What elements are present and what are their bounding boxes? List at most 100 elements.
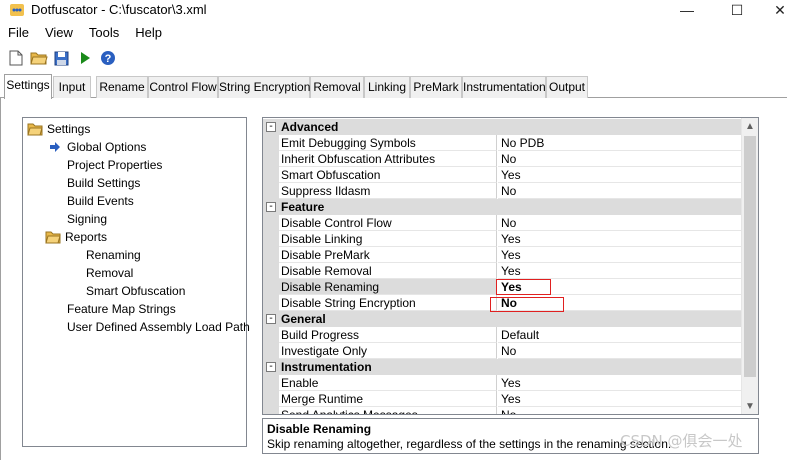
property-name: Enable — [279, 375, 497, 391]
category-feature[interactable]: - Feature — [263, 199, 742, 215]
property-value[interactable]: No — [498, 343, 742, 359]
tree-item-label: Signing — [67, 212, 108, 226]
tab-rename[interactable]: Rename — [96, 76, 148, 98]
tree-item-build-settings[interactable]: Build Settings — [67, 174, 140, 192]
property-row[interactable]: Disable PreMark Yes — [263, 247, 742, 263]
tab-string-encryption[interactable]: String Encryption — [218, 76, 310, 98]
scroll-down-icon[interactable]: ▼ — [742, 398, 758, 414]
menu-help[interactable]: Help — [127, 23, 170, 43]
close-button[interactable]: ✕ — [760, 0, 787, 20]
property-row[interactable]: Enable Yes — [263, 375, 742, 391]
property-row[interactable]: Disable Control Flow No — [263, 215, 742, 231]
property-value[interactable]: Yes — [498, 231, 742, 247]
property-name: Merge Runtime — [279, 391, 497, 407]
run-icon[interactable] — [73, 47, 96, 69]
tree-item-project-properties[interactable]: Project Properties — [67, 156, 162, 174]
property-value[interactable]: No — [498, 183, 742, 199]
menu-bar: File View Tools Help — [0, 23, 170, 43]
tree-item-global-options[interactable]: Global Options — [47, 138, 146, 156]
tab-input[interactable]: Input — [53, 76, 91, 98]
property-value[interactable]: Yes — [498, 391, 742, 407]
property-name: Disable String Encryption — [279, 295, 497, 311]
scrollbar-thumb[interactable] — [744, 136, 756, 377]
tree-item-build-events[interactable]: Build Events — [67, 192, 134, 210]
tree-item-label: Global Options — [67, 140, 147, 154]
collapse-icon[interactable]: - — [266, 122, 276, 132]
category-instrumentation[interactable]: - Instrumentation — [263, 359, 742, 375]
maximize-button[interactable]: ☐ — [717, 0, 757, 20]
toolbar: ? — [0, 46, 787, 70]
open-folder-icon[interactable] — [27, 47, 50, 69]
property-name: Inherit Obfuscation Attributes — [279, 151, 497, 167]
tree-item-label: Removal — [86, 266, 134, 280]
property-name: Investigate Only — [279, 343, 497, 359]
folder-open-icon — [45, 229, 61, 245]
tab-control-flow[interactable]: Control Flow — [148, 76, 218, 98]
property-row[interactable]: Investigate Only No — [263, 343, 742, 359]
tree-item-feature-map-strings[interactable]: Feature Map Strings — [67, 300, 176, 318]
tab-removal[interactable]: Removal — [310, 76, 364, 98]
settings-tree[interactable]: Settings Global Options Project Properti… — [22, 117, 250, 447]
menu-file[interactable]: File — [0, 23, 37, 43]
tab-settings[interactable]: Settings — [4, 74, 52, 99]
category-general[interactable]: - General — [263, 311, 742, 327]
tab-linking[interactable]: Linking — [364, 76, 410, 98]
vertical-scrollbar[interactable]: ▲ ▼ — [741, 118, 758, 414]
title-bar: Dotfuscator - C:\fuscator\3.xml — ☐ ✕ — [0, 0, 787, 20]
category-label: General — [281, 312, 326, 326]
minimize-button[interactable]: — — [667, 0, 707, 20]
menu-tools[interactable]: Tools — [81, 23, 127, 43]
tab-output[interactable]: Output — [546, 76, 588, 98]
property-name: Suppress Ildasm — [279, 183, 497, 199]
collapse-icon[interactable]: - — [266, 202, 276, 212]
property-row[interactable]: Build Progress Default — [263, 327, 742, 343]
arrow-right-icon — [47, 139, 63, 155]
collapse-icon[interactable]: - — [266, 314, 276, 324]
property-value[interactable]: Yes — [498, 167, 742, 183]
tree-item-user-defined-assembly-load-path[interactable]: User Defined Assembly Load Path — [67, 318, 250, 336]
new-file-icon[interactable] — [4, 47, 27, 69]
tree-item-label: Renaming — [86, 248, 141, 262]
tree-item-label: Build Events — [67, 194, 134, 208]
property-row[interactable]: Disable Removal Yes — [263, 263, 742, 279]
tree-item-label: Build Settings — [67, 176, 141, 190]
save-icon[interactable] — [50, 47, 73, 69]
property-name: Build Progress — [279, 327, 497, 343]
property-row[interactable]: Emit Debugging Symbols No PDB — [263, 135, 742, 151]
collapse-icon[interactable]: - — [266, 362, 276, 372]
property-row[interactable]: Send Analytics Messages No — [263, 407, 742, 414]
property-row[interactable]: Suppress Ildasm No — [263, 183, 742, 199]
help-icon[interactable]: ? — [96, 47, 119, 69]
property-value[interactable]: Default — [498, 327, 742, 343]
tab-premark[interactable]: PreMark — [410, 76, 462, 98]
property-grid[interactable]: - Advanced Emit Debugging Symbols No PDB … — [262, 117, 759, 415]
property-value[interactable]: No — [498, 151, 742, 167]
tree-item-removal[interactable]: Removal — [86, 264, 133, 282]
property-row[interactable]: Merge Runtime Yes — [263, 391, 742, 407]
description-title: Disable Renaming — [267, 422, 372, 436]
property-value[interactable]: No — [498, 407, 742, 414]
highlight-box-disable-renaming — [496, 279, 551, 295]
property-row[interactable]: Inherit Obfuscation Attributes No — [263, 151, 742, 167]
category-advanced[interactable]: - Advanced — [263, 119, 742, 135]
property-value[interactable]: Yes — [498, 247, 742, 263]
tree-item-settings[interactable]: Settings — [27, 120, 90, 138]
description-text: Skip renaming altogether, regardless of … — [267, 437, 672, 451]
watermark: CSDN @俱会一处 — [620, 432, 743, 450]
tree-item-smart-obfuscation[interactable]: Smart Obfuscation — [86, 282, 185, 300]
property-row[interactable]: Disable Linking Yes — [263, 231, 742, 247]
property-name: Smart Obfuscation — [279, 167, 497, 183]
category-label: Advanced — [281, 120, 339, 134]
property-name: Emit Debugging Symbols — [279, 135, 497, 151]
tab-instrumentation[interactable]: Instrumentation — [462, 76, 546, 98]
property-value[interactable]: No — [498, 215, 742, 231]
scroll-up-icon[interactable]: ▲ — [742, 118, 758, 134]
tree-item-renaming[interactable]: Renaming — [86, 246, 141, 264]
property-value[interactable]: Yes — [498, 263, 742, 279]
menu-view[interactable]: View — [37, 23, 81, 43]
property-row[interactable]: Smart Obfuscation Yes — [263, 167, 742, 183]
tree-item-signing[interactable]: Signing — [67, 210, 107, 228]
property-value[interactable]: No PDB — [498, 135, 742, 151]
tree-item-reports[interactable]: Reports — [45, 228, 107, 246]
property-value[interactable]: Yes — [498, 375, 742, 391]
